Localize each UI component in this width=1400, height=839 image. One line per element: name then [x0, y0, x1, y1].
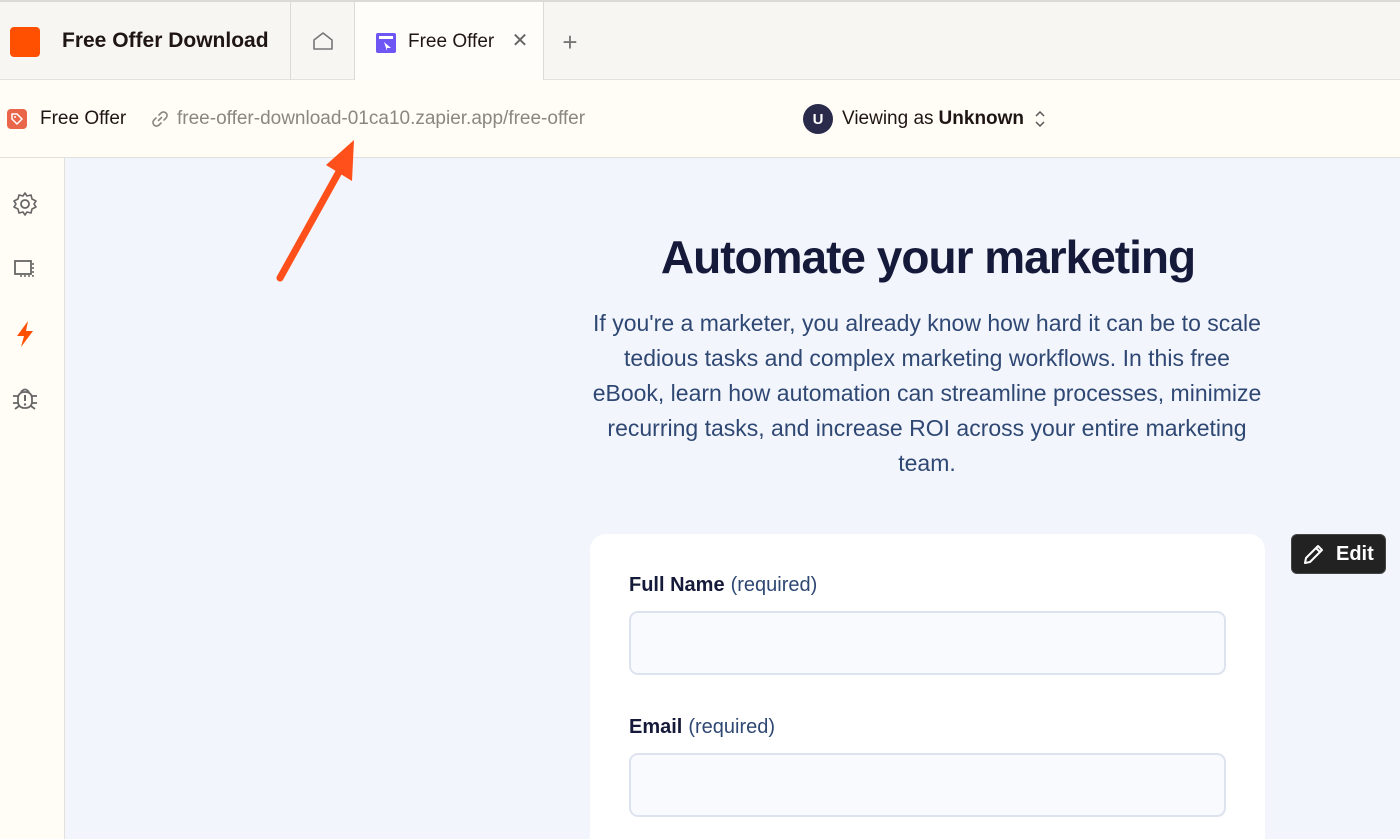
app-logo: [10, 27, 40, 57]
page-canvas: Automate your marketing If you're a mark…: [65, 158, 1400, 839]
tab-label: Free Offer: [408, 31, 495, 52]
full-name-input[interactable]: [629, 611, 1226, 675]
sidebar-item-debug[interactable]: [8, 382, 42, 416]
annotation-arrow-icon: [276, 140, 354, 282]
avatar: U: [803, 104, 833, 134]
bolt-icon: [17, 321, 33, 347]
required-indicator: (required): [730, 574, 818, 596]
page-url-link[interactable]: free-offer-download-01ca10.zapier.app/fr…: [177, 108, 585, 130]
page-name: Free Offer: [40, 108, 127, 129]
email-input[interactable]: [629, 753, 1226, 817]
app-title: Free Offer Download: [62, 29, 269, 52]
sidebar: [0, 158, 65, 839]
home-tab[interactable]: [291, 2, 354, 80]
tag-icon: [7, 109, 27, 129]
full-name-label: Full Name (required): [629, 574, 817, 597]
form-card: Full Name (required) Email (required): [590, 534, 1265, 839]
pencil-icon: [1304, 545, 1323, 564]
sidebar-item-settings[interactable]: [8, 187, 42, 221]
edit-label: Edit: [1336, 542, 1374, 565]
required-indicator: (required): [688, 716, 776, 738]
viewing-as-label: Viewing as: [842, 108, 934, 129]
page-info-bar: Free Offer free-offer-download-01ca10.za…: [0, 80, 1400, 158]
full-name-label-text: Full Name: [629, 574, 725, 596]
close-icon[interactable]: ✕: [509, 30, 531, 52]
display-icon: [14, 260, 34, 277]
tab-bar: Free Offer Download Free Offer ✕ +: [0, 0, 1400, 81]
sidebar-item-automations[interactable]: [8, 317, 42, 351]
bug-icon: [13, 388, 37, 410]
email-label: Email (required): [629, 716, 775, 739]
home-icon: [312, 32, 333, 50]
sidebar-item-display[interactable]: [8, 252, 42, 286]
intro-paragraph: If you're a marketer, you already know h…: [592, 310, 1262, 476]
viewing-as-selector[interactable]: U Viewing as Unknown: [803, 103, 1047, 135]
chevron-updown-icon: [1035, 110, 1045, 128]
edit-button[interactable]: Edit: [1291, 534, 1386, 574]
tab-free-offer[interactable]: Free Offer ✕: [354, 2, 544, 81]
page-headline: Automate your marketing: [660, 231, 1196, 283]
link-icon: [152, 111, 168, 127]
email-label-text: Email: [629, 716, 683, 738]
viewing-as-user: Unknown: [938, 108, 1025, 129]
new-tab-button[interactable]: +: [556, 28, 584, 56]
page-icon: [376, 33, 396, 53]
gear-icon: [13, 192, 37, 216]
